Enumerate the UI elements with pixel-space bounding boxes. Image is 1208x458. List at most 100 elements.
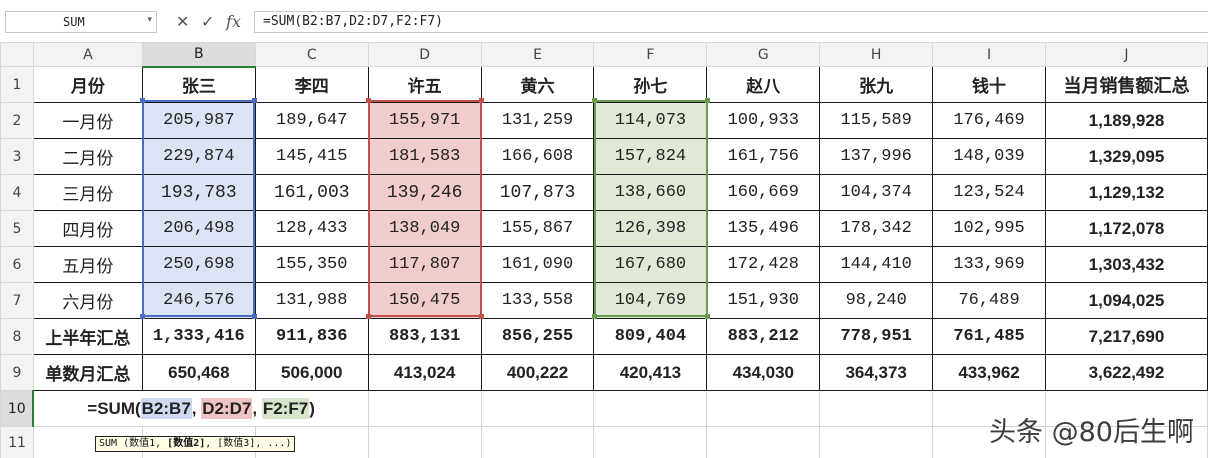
data-cell[interactable]: 135,496 [706,210,821,247]
row-header-11[interactable]: 11 [0,426,34,458]
data-cell[interactable]: 178,342 [819,210,934,247]
month-cell[interactable]: 三月份 [32,174,143,211]
data-cell[interactable]: 161,756 [706,138,821,175]
data-cell[interactable]: 181,583 [367,138,482,175]
header-cell-name[interactable]: 钱十 [932,66,1046,103]
odd-month-cell[interactable]: 364,373 [819,354,934,391]
data-cell[interactable]: 128,433 [254,210,369,247]
data-cell[interactable]: 138,660 [593,174,708,211]
half-year-cell[interactable]: 778,951 [819,318,934,355]
odd-month-cell[interactable]: 433,962 [932,354,1046,391]
data-cell[interactable]: 133,969 [932,246,1046,283]
formula-input[interactable]: =SUM(B2:B7,D2:D7,F2:F7) [254,11,1208,33]
empty-cell[interactable] [480,390,595,427]
half-year-cell[interactable]: 1,333,416 [141,318,256,355]
row-header-9[interactable]: 9 [0,354,34,391]
data-cell[interactable]: 161,090 [480,246,595,283]
column-header-d[interactable]: D [367,42,482,67]
column-header-a[interactable]: A [32,42,143,67]
data-cell[interactable]: 160,669 [706,174,821,211]
month-total-cell[interactable]: 1,329,095 [1044,138,1208,175]
data-cell[interactable]: 166,608 [480,138,595,175]
data-cell[interactable]: 176,469 [932,102,1046,139]
row-header-10[interactable]: 10 [0,390,35,427]
odd-month-total-cell[interactable]: 3,622,492 [1044,354,1208,391]
formula-edit-cell[interactable]: =SUM(B2:B7, D2:D7, F2:F7) [32,390,369,427]
header-cell-month[interactable]: 月份 [32,66,143,103]
column-header-f[interactable]: F [593,42,708,67]
half-year-cell[interactable]: 883,212 [706,318,821,355]
data-cell[interactable]: 167,680 [593,246,708,283]
half-year-cell[interactable]: 883,131 [367,318,482,355]
data-cell[interactable]: 205,987 [141,102,256,139]
half-year-cell[interactable]: 856,255 [480,318,595,355]
data-cell[interactable]: 138,049 [367,210,482,247]
empty-cell[interactable] [367,390,482,427]
data-cell[interactable]: 131,988 [254,282,369,319]
month-total-cell[interactable]: 1,189,928 [1044,102,1208,139]
data-cell[interactable]: 104,769 [593,282,708,319]
data-cell[interactable]: 157,824 [593,138,708,175]
data-cell[interactable]: 250,698 [141,246,256,283]
month-total-cell[interactable]: 1,129,132 [1044,174,1208,211]
month-total-cell[interactable]: 1,172,078 [1044,210,1208,247]
header-cell-name[interactable]: 张三 [141,66,256,103]
month-total-cell[interactable]: 1,094,025 [1044,282,1208,319]
data-cell[interactable]: 144,410 [819,246,934,283]
data-cell[interactable]: 123,524 [932,174,1046,211]
odd-month-cell[interactable]: 420,413 [593,354,708,391]
data-cell[interactable]: 137,996 [819,138,934,175]
data-cell[interactable]: 193,783 [141,174,256,211]
row-header-1[interactable]: 1 [0,66,34,103]
data-cell[interactable]: 102,995 [932,210,1046,247]
odd-month-cell[interactable]: 506,000 [254,354,369,391]
empty-cell[interactable] [819,426,934,458]
header-cell-name[interactable]: 张九 [819,66,934,103]
half-year-cell[interactable]: 809,404 [593,318,708,355]
half-year-cell[interactable]: 761,485 [932,318,1046,355]
data-cell[interactable]: 155,350 [254,246,369,283]
data-cell[interactable]: 229,874 [141,138,256,175]
header-cell-total[interactable]: 当月销售额汇总 [1044,66,1208,103]
empty-cell[interactable] [819,390,934,427]
chevron-down-icon[interactable]: ▾ [147,15,152,25]
month-cell[interactable]: 一月份 [32,102,143,139]
empty-cell[interactable] [593,426,708,458]
data-cell[interactable]: 115,589 [819,102,934,139]
column-header-h[interactable]: H [819,42,934,67]
odd-month-cell[interactable]: 650,468 [141,354,256,391]
empty-cell[interactable] [367,426,482,458]
data-cell[interactable]: 76,489 [932,282,1046,319]
half-year-total-cell[interactable]: 7,217,690 [1044,318,1208,355]
column-header-c[interactable]: C [254,42,369,67]
odd-month-cell[interactable]: 400,222 [480,354,595,391]
half-year-cell[interactable]: 911,836 [254,318,369,355]
select-all-corner[interactable] [0,42,34,67]
header-cell-name[interactable]: 孙七 [593,66,708,103]
data-cell[interactable]: 104,374 [819,174,934,211]
header-cell-name[interactable]: 许五 [367,66,482,103]
data-cell[interactable]: 107,873 [480,174,595,211]
data-cell[interactable]: 206,498 [141,210,256,247]
empty-cell[interactable] [480,426,595,458]
row-header-4[interactable]: 4 [0,174,34,211]
column-header-i[interactable]: I [932,42,1046,67]
month-cell[interactable]: 五月份 [32,246,143,283]
data-cell[interactable]: 161,003 [254,174,369,211]
data-cell[interactable]: 131,259 [480,102,595,139]
month-cell[interactable]: 六月份 [32,282,143,319]
data-cell[interactable]: 139,246 [367,174,482,211]
data-cell[interactable]: 126,398 [593,210,708,247]
row-header-7[interactable]: 7 [0,282,34,319]
row-header-5[interactable]: 5 [0,210,34,247]
header-cell-name[interactable]: 黄六 [480,66,595,103]
odd-month-cell[interactable]: 434,030 [706,354,821,391]
row-header-3[interactable]: 3 [0,138,34,175]
data-cell[interactable]: 114,073 [593,102,708,139]
data-cell[interactable]: 98,240 [819,282,934,319]
row-header-2[interactable]: 2 [0,102,34,139]
empty-cell[interactable] [593,390,708,427]
empty-cell[interactable] [706,390,821,427]
odd-month-label[interactable]: 单数月汇总 [32,354,143,391]
data-cell[interactable]: 150,475 [367,282,482,319]
